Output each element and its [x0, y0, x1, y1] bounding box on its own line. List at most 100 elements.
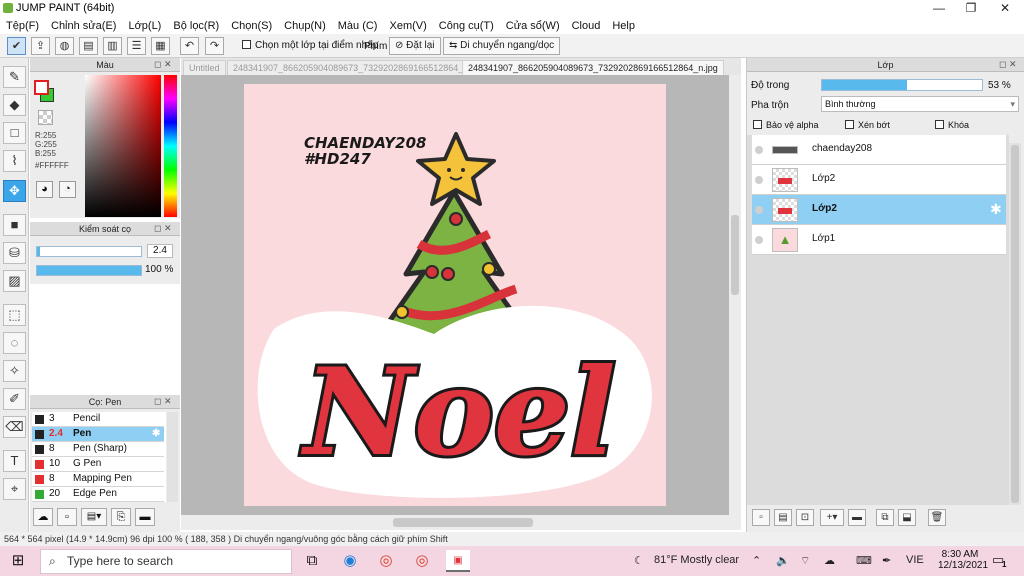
magic-wand-tool-icon[interactable]: ✧ — [3, 360, 26, 382]
new-brush-icon[interactable]: ▫ — [57, 508, 77, 526]
export-icon[interactable]: ⇪ — [31, 37, 50, 55]
vscroll-thumb[interactable] — [731, 215, 739, 295]
reset-button[interactable]: ⊘ Đặt lại — [389, 37, 441, 55]
rect-fill-tool-icon[interactable]: ■ — [3, 214, 26, 236]
protect-alpha-checkbox[interactable]: Bảo vệ alpha — [753, 120, 819, 130]
layer-settings-icon[interactable]: ✱ — [990, 201, 1002, 218]
panel-pin-icon[interactable]: ◻ ✕ — [154, 396, 172, 407]
network-icon[interactable]: ⌔ — [800, 554, 810, 568]
grid-icon[interactable]: ▦ — [151, 37, 170, 55]
menu-layer[interactable]: Lớp(L) — [122, 20, 167, 32]
tab-image-2[interactable]: 248341907_866205904089673_73292028691665… — [462, 60, 724, 75]
new-raster-layer-icon[interactable]: ▤ — [774, 509, 792, 526]
canvas-horizontal-scrollbar[interactable] — [181, 515, 741, 530]
brush-folder-icon[interactable]: ▬ — [135, 508, 155, 526]
layer-row[interactable]: Lớp2 — [752, 165, 1006, 195]
brush-tool-icon[interactable]: ✎ — [3, 66, 26, 88]
brush-list-scrollbar[interactable] — [167, 412, 178, 502]
eyedropper-tool-icon[interactable]: ⌖ — [3, 478, 26, 500]
jump-paint-taskbar-icon[interactable]: ▣ — [446, 550, 470, 572]
undo-icon[interactable]: ↶ — [180, 37, 199, 55]
visibility-icon[interactable] — [755, 176, 763, 184]
menu-cloud[interactable]: Cloud — [566, 20, 607, 32]
visibility-icon[interactable] — [755, 236, 763, 244]
menu-file[interactable]: Tệp(F) — [0, 20, 45, 32]
checkbox-box[interactable] — [753, 120, 762, 129]
eraser-tool-icon[interactable]: ◆ — [3, 94, 26, 116]
move-tool-icon[interactable]: ✥ — [3, 180, 26, 202]
delete-layer-icon[interactable]: 🗑 — [928, 509, 946, 526]
panel-pin-icon[interactable]: ◻ ✕ — [154, 59, 172, 70]
chrome-profile-icon[interactable]: ◎ — [410, 550, 434, 572]
minimize-button[interactable]: — — [922, 0, 956, 17]
tab-untitled[interactable]: Untitled — [183, 60, 226, 75]
brush-opacity-slider[interactable] — [36, 265, 142, 276]
flip-button[interactable]: ⇆ Di chuyển ngang/dọc — [443, 37, 561, 55]
color-settings-icon[interactable]: ◔ — [59, 181, 76, 198]
brush-item-pen-sharp[interactable]: 8 Pen (Sharp) — [32, 442, 164, 457]
volume-icon[interactable]: 🔈 — [776, 554, 790, 567]
layer-row[interactable]: ▲ Lớp1 — [752, 225, 1006, 255]
weather-text[interactable]: 81°F Mostly clear — [654, 554, 739, 566]
pen-ink-icon[interactable]: ✒ — [882, 554, 891, 567]
menu-window[interactable]: Cửa sổ(W) — [500, 20, 566, 32]
lasso-tool-icon[interactable]: ◌ — [3, 332, 26, 354]
layer-row[interactable]: chaenday208 — [752, 135, 1006, 165]
merge-layer-icon[interactable]: ⬓ — [898, 509, 916, 526]
menu-help[interactable]: Help — [606, 20, 641, 32]
new-vector-layer-icon[interactable]: ⊡ — [796, 509, 814, 526]
checkbox-box[interactable] — [935, 120, 944, 129]
list-icon[interactable]: ☰ — [127, 37, 146, 55]
onedrive-icon[interactable]: ☁ — [824, 554, 835, 567]
duplicate-layer-icon[interactable]: ⧉ — [876, 509, 894, 526]
visibility-icon[interactable] — [755, 206, 763, 214]
text-tool-icon[interactable]: T — [3, 450, 26, 472]
language-indicator[interactable]: VIE — [906, 554, 924, 566]
primary-color-swatch[interactable] — [34, 80, 49, 95]
panel-pin-icon[interactable]: ◻ ✕ — [154, 223, 172, 234]
comment-icon[interactable]: ◍ — [55, 37, 74, 55]
checkbox-box[interactable] — [845, 120, 854, 129]
blend-mode-select[interactable]: Bình thường ▾ — [821, 96, 1019, 112]
brush-item-mapping-pen[interactable]: 8 Mapping Pen — [32, 472, 164, 487]
task-view-icon[interactable]: ⧉ — [300, 550, 324, 572]
visibility-icon[interactable] — [755, 146, 763, 154]
tab-image-1[interactable]: 248341907_866205904089673_73292028691665… — [227, 60, 489, 75]
select-eraser-tool-icon[interactable]: ⌫ — [3, 416, 26, 438]
saturation-value-picker[interactable] — [85, 75, 161, 217]
select-layer-checkbox[interactable]: Chọn một lớp tại điểm nhấp — [242, 40, 378, 51]
new-layer-icon[interactable]: ▫ — [752, 509, 770, 526]
taskbar-search[interactable]: ⌕ Type here to search — [40, 549, 292, 574]
redo-icon[interactable]: ↷ — [205, 37, 224, 55]
clipping-checkbox[interactable]: Xén bớt — [845, 120, 890, 130]
brush-size-slider[interactable] — [36, 246, 142, 257]
add-layer-menu-icon[interactable]: +▾ — [820, 509, 844, 526]
gradient-tool-icon[interactable]: ▨ — [3, 270, 26, 292]
chat-icon[interactable]: ▤ — [79, 37, 98, 55]
marquee-tool-icon[interactable]: ⬚ — [3, 304, 26, 326]
menu-view[interactable]: Xem(V) — [383, 20, 432, 32]
lock-checkbox[interactable]: Khóa — [935, 120, 969, 130]
menu-color[interactable]: Màu (C) — [332, 20, 384, 32]
hue-slider[interactable] — [164, 75, 177, 217]
menu-tools[interactable]: Công cụ(T) — [433, 20, 500, 32]
layer-opacity-slider[interactable] — [821, 79, 983, 91]
panel-pin-icon[interactable]: ◻ ✕ — [999, 59, 1017, 70]
menu-select[interactable]: Chọn(S) — [225, 20, 278, 32]
close-button[interactable]: ✕ — [988, 0, 1022, 17]
brush-size-value[interactable]: 2.4 — [147, 244, 173, 258]
edge-browser-icon[interactable]: ◉ — [338, 550, 362, 572]
windows-start-icon[interactable]: ⊞ — [6, 550, 30, 572]
brush-item-pen[interactable]: 2.4 Pen ✱ — [32, 427, 164, 442]
layer-list-scrollbar[interactable] — [1009, 143, 1021, 505]
menu-capture[interactable]: Chụp(N) — [278, 20, 332, 32]
fill-brush-tool-icon[interactable]: ⌇ — [3, 150, 26, 172]
brush-menu-icon[interactable]: ▤▾ — [81, 508, 107, 526]
brush-settings-icon[interactable]: ✱ — [152, 427, 160, 441]
brush-item-edge-pen[interactable]: 20 Edge Pen — [32, 487, 164, 502]
new-folder-icon[interactable]: ▬ — [848, 509, 866, 526]
artwork-canvas[interactable]: CHAENDAY208 #HD247 Noel — [244, 84, 666, 506]
brush-mode-icon[interactable]: ✔ — [7, 37, 26, 55]
brush-copy-icon[interactable]: ⎘ — [111, 508, 131, 526]
select-pen-tool-icon[interactable]: ✐ — [3, 388, 26, 410]
